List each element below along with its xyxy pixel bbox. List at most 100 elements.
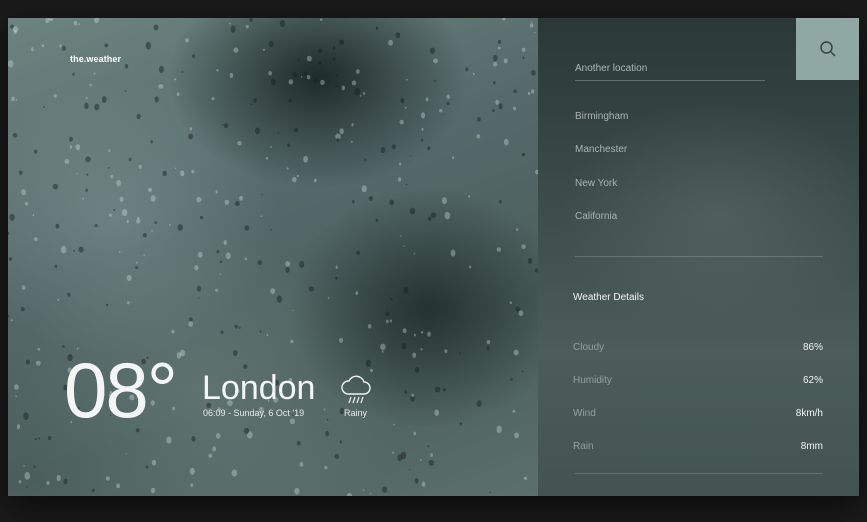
rain-drop <box>296 441 301 446</box>
detail-label: Wind <box>573 408 596 419</box>
divider <box>575 473 823 474</box>
rain-drop <box>313 178 317 183</box>
rain-drop <box>299 461 304 467</box>
rain-drop <box>486 346 490 351</box>
rain-drop <box>290 339 294 344</box>
rain-drop <box>414 478 419 484</box>
location-search-input[interactable] <box>575 56 765 81</box>
rain-drop <box>9 213 15 221</box>
rain-drop <box>428 216 432 221</box>
rain-drop <box>421 127 424 131</box>
rain-drop <box>136 218 141 224</box>
rain-drop <box>262 48 266 51</box>
rain-drop <box>78 246 84 253</box>
rain-drop <box>105 476 110 481</box>
rain-drop <box>375 218 379 222</box>
rain-drop <box>489 491 491 494</box>
rain-drop <box>400 97 405 104</box>
rain-drop <box>245 24 249 29</box>
rain-drop <box>94 223 98 228</box>
rain-drop <box>60 245 67 254</box>
rain-cloud-icon <box>341 375 371 404</box>
rain-drop <box>244 225 250 231</box>
rain-drop <box>386 319 389 324</box>
rain-drop <box>425 97 429 102</box>
rain-drop <box>339 440 342 444</box>
rain-drop <box>128 157 132 162</box>
location-item[interactable]: New York <box>575 178 617 189</box>
rain-drop <box>468 265 472 269</box>
rain-drop <box>521 370 524 373</box>
rain-drop <box>20 307 25 312</box>
rain-drop <box>428 459 434 466</box>
rain-drop <box>510 378 513 381</box>
rain-drop <box>512 106 517 111</box>
rain-drop <box>350 140 353 143</box>
search-button[interactable] <box>796 18 859 80</box>
rain-drop <box>15 395 17 398</box>
rain-drop <box>427 331 431 337</box>
rain-drop <box>369 492 372 495</box>
divider <box>575 256 823 257</box>
rain-drop <box>216 249 220 254</box>
rain-drop <box>9 257 13 261</box>
rain-drop <box>351 80 357 86</box>
rain-drop <box>41 44 45 48</box>
rain-drop <box>341 85 345 91</box>
rain-drop <box>8 60 14 68</box>
rain-drop <box>493 81 496 85</box>
rain-drop <box>356 250 361 255</box>
rain-drop <box>215 288 218 292</box>
rain-drop <box>126 301 130 305</box>
rain-drop <box>498 103 503 110</box>
rain-drop <box>107 167 110 169</box>
rain-drop <box>118 251 121 253</box>
rain-drop <box>400 451 407 460</box>
rain-drop <box>420 459 422 461</box>
rain-drop <box>476 400 482 407</box>
rain-drop <box>91 488 95 492</box>
rain-drop <box>335 265 338 269</box>
rain-drop <box>82 197 84 200</box>
rain-drop <box>55 223 60 229</box>
rain-drop <box>521 47 526 52</box>
rain-drop <box>18 480 22 484</box>
rain-drop <box>57 298 60 301</box>
rain-drop <box>33 149 38 154</box>
rain-drop <box>249 18 253 22</box>
rain-drop <box>190 483 194 488</box>
rain-drop <box>225 252 231 260</box>
rain-drop <box>135 261 138 264</box>
location-item[interactable]: Manchester <box>575 144 627 155</box>
rain-drop <box>338 39 345 45</box>
rain-drop <box>279 19 286 28</box>
rain-drop <box>35 360 41 366</box>
rain-drop <box>493 61 498 67</box>
rain-drop <box>221 123 224 126</box>
rain-drop <box>420 138 424 142</box>
rain-drop <box>63 478 68 485</box>
rain-drop <box>174 78 177 81</box>
rain-drop <box>223 123 229 129</box>
location-item[interactable]: Birmingham <box>575 111 628 122</box>
rain-drop <box>229 22 231 25</box>
rain-drop <box>413 252 416 255</box>
rain-drop <box>458 352 461 355</box>
rain-drop <box>306 75 311 80</box>
rain-drop <box>24 202 29 206</box>
rain-drop <box>23 412 29 421</box>
rain-drop <box>292 176 297 183</box>
rain-drop <box>229 72 234 79</box>
rain-drop <box>265 157 269 160</box>
rain-drop <box>21 285 26 290</box>
rain-drop <box>286 167 289 170</box>
rain-drop <box>409 468 411 471</box>
rain-drop <box>512 409 516 413</box>
rain-drop <box>472 72 475 76</box>
rain-drop <box>427 445 430 448</box>
rain-drop <box>56 474 61 482</box>
rain-drop <box>153 24 159 31</box>
location-item[interactable]: California <box>575 211 617 222</box>
rain-drop <box>89 83 92 87</box>
rain-drop <box>208 453 213 458</box>
